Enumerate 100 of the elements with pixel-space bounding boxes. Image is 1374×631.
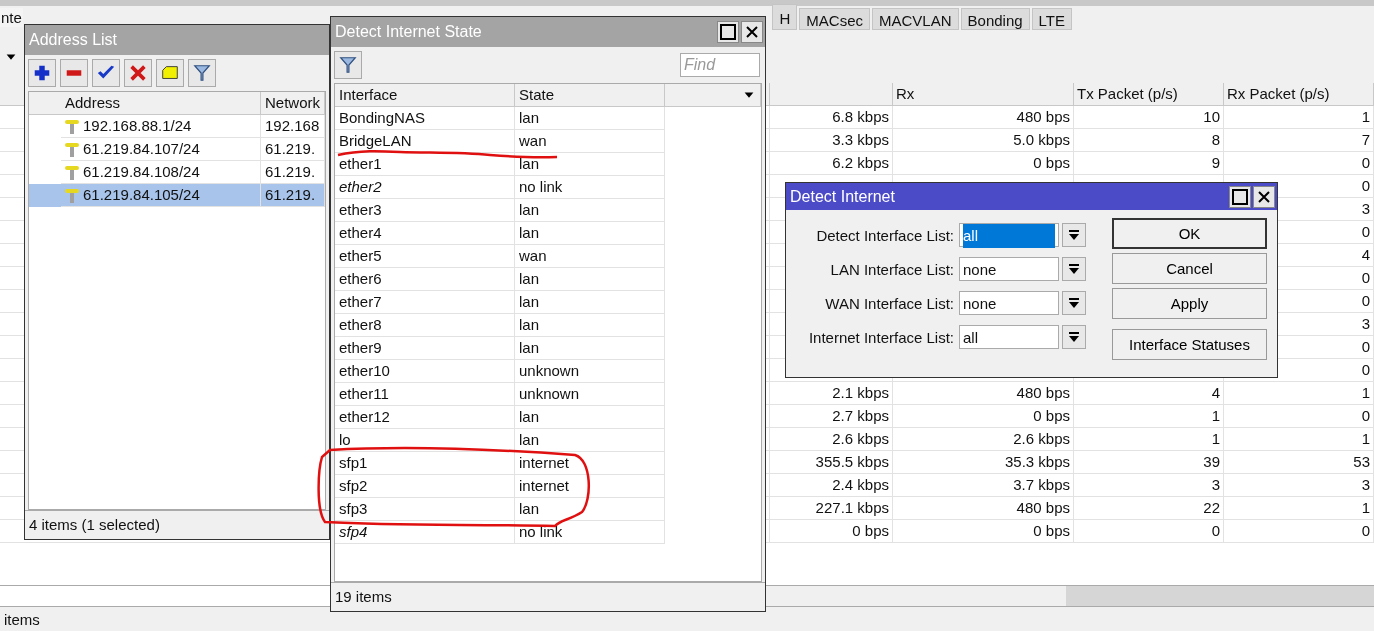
dropdown-button[interactable]	[1062, 291, 1086, 315]
table-cell: ether4	[335, 222, 515, 245]
table-cell: lan	[515, 498, 665, 521]
maximize-icon[interactable]	[717, 21, 739, 43]
select-field[interactable]: all	[959, 325, 1059, 349]
table-cell: lan	[515, 291, 665, 314]
table-cell: ether6	[335, 268, 515, 291]
table-cell: BridgeLAN	[335, 130, 515, 153]
table-cell: no link	[515, 176, 665, 199]
table-cell-text: 61.219.84.107/24	[83, 139, 200, 159]
table-cell: 22	[1074, 497, 1224, 520]
tab[interactable]: MACVLAN	[872, 8, 959, 30]
address-icon	[65, 187, 79, 203]
disable-button[interactable]	[124, 59, 152, 87]
column-header[interactable]: Tx Packet (p/s)	[1074, 83, 1224, 106]
table-cell: internet	[515, 475, 665, 498]
cross-icon	[128, 63, 148, 83]
table-cell: 2.7 kbps	[770, 405, 893, 428]
down-arrow-icon	[1067, 228, 1081, 242]
column-header[interactable]: Interface	[335, 84, 515, 107]
tab[interactable]: MACsec	[799, 8, 870, 30]
table-cell: sfp4	[335, 521, 515, 544]
maximize-icon[interactable]	[1229, 185, 1251, 208]
column-header[interactable]: State	[515, 84, 665, 107]
table-cell: lan	[515, 107, 665, 130]
column-header[interactable]: Rx Packet (p/s)	[1224, 83, 1374, 106]
table-cell-text: 61.219.84.108/24	[83, 162, 200, 182]
table-cell: lan	[515, 337, 665, 360]
table-cell: 480 bps	[893, 382, 1074, 405]
dropdown-button[interactable]	[1062, 223, 1086, 247]
field-label: Internet Interface List:	[807, 328, 955, 346]
status-text: items	[3, 610, 41, 630]
address-icon	[65, 141, 79, 157]
table-cell: 0 bps	[770, 520, 893, 543]
table-cell: 480 bps	[893, 497, 1074, 520]
tab[interactable]: LTE	[1031, 8, 1072, 30]
close-icon[interactable]	[1253, 185, 1275, 208]
table-row[interactable]: 192.168.88.1/24 192.168	[29, 115, 325, 138]
filter-button[interactable]	[188, 59, 216, 87]
comment-button[interactable]	[156, 59, 184, 87]
filter-icon	[338, 55, 358, 75]
table-cell: 0	[1224, 152, 1374, 175]
table-cell: 192.168	[261, 115, 325, 138]
table-cell: 3	[1224, 474, 1374, 497]
dialog-button[interactable]: Interface Statuses	[1112, 329, 1267, 360]
table-cell: internet	[515, 452, 665, 475]
table-cell: wan	[515, 245, 665, 268]
dialog-button[interactable]: Cancel	[1112, 253, 1267, 284]
table-cell: lan	[515, 314, 665, 337]
table-cell: 53	[1224, 451, 1374, 474]
column-header[interactable]: Network	[261, 92, 325, 115]
tab[interactable]: H	[772, 4, 798, 30]
table-cell: 3.7 kbps	[893, 474, 1074, 497]
table-cell: 0 bps	[893, 152, 1074, 175]
table-cell: ether7	[335, 291, 515, 314]
horizontal-scrollbar[interactable]	[766, 586, 1374, 606]
select-field[interactable]: all	[959, 223, 1059, 247]
table-cell: lan	[515, 429, 665, 452]
table-row[interactable]: 61.219.84.105/24 61.219.	[29, 184, 325, 207]
table-cell: 1	[1224, 497, 1374, 520]
close-icon[interactable]	[741, 21, 763, 43]
dropdown-button[interactable]	[1062, 257, 1086, 281]
table-cell: 35.3 kbps	[893, 451, 1074, 474]
column-header[interactable]: Rx	[893, 83, 1074, 106]
table-cell: 61.219.	[261, 184, 325, 207]
table-cell: ether2	[335, 176, 515, 199]
window-title: Detect Internet	[790, 187, 896, 206]
window-title: Detect Internet State	[335, 23, 483, 41]
find-field[interactable]: Find	[680, 53, 760, 77]
table-cell: 7	[1224, 129, 1374, 152]
table-cell: ether3	[335, 199, 515, 222]
table-cell: ether12	[335, 406, 515, 429]
table-cell: 5.0 kbps	[893, 129, 1074, 152]
enable-button[interactable]	[92, 59, 120, 87]
dialog-button[interactable]: OK	[1112, 218, 1267, 249]
table-cell: 1	[1074, 405, 1224, 428]
table-cell: sfp1	[335, 452, 515, 475]
dialog-button[interactable]: Apply	[1112, 288, 1267, 319]
tab[interactable]: Bonding	[960, 8, 1030, 30]
select-field[interactable]: none	[959, 257, 1059, 281]
tab[interactable]: nte	[0, 8, 23, 27]
table-cell: 2.1 kbps	[770, 382, 893, 405]
table-cell: lan	[515, 222, 665, 245]
table-cell: 9	[1074, 152, 1224, 175]
table-cell: 0 bps	[893, 405, 1074, 428]
dropdown-button[interactable]	[1062, 325, 1086, 349]
down-arrow-icon	[1067, 262, 1081, 276]
table-cell: 1	[1224, 382, 1374, 405]
table-cell: sfp3	[335, 498, 515, 521]
remove-button[interactable]	[60, 59, 88, 87]
table-cell: no link	[515, 521, 665, 544]
table-cell: ether1	[335, 153, 515, 176]
select-field[interactable]: none	[959, 291, 1059, 315]
add-button[interactable]	[28, 59, 56, 87]
table-row[interactable]: 61.219.84.107/24 61.219.	[29, 138, 325, 161]
filter-button[interactable]	[334, 51, 362, 79]
table-cell: 3.3 kbps	[770, 129, 893, 152]
column-header[interactable]: Address	[61, 92, 261, 115]
table-cell: lo	[335, 429, 515, 452]
table-cell: ether10	[335, 360, 515, 383]
